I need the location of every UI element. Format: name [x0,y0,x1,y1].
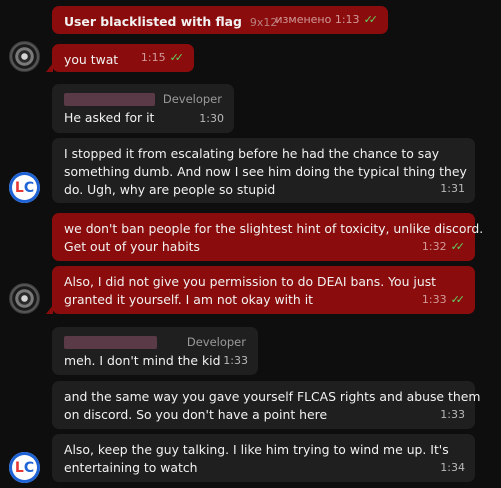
message-meta: 1:32 ✓✓ [422,238,465,256]
message-bubble[interactable]: Also, I did not give you permission to d… [46,266,475,314]
redacted-sender-name [64,92,155,106]
read-check-icon: ✓✓ [450,293,466,306]
message-line: Get out of your habits [64,239,201,254]
message-count: 9x12 [249,16,278,29]
message-meta: 1:15 ✓✓ [141,49,184,67]
read-check-icon: ✓✓ [169,51,185,64]
message-time: 1:33 [440,408,465,421]
message-line: and the same way you gave yourself FLCAS… [64,389,481,404]
user-avatar-wheel[interactable] [9,41,40,72]
message-line: Also, keep the guy talking. I like him t… [64,442,449,457]
message-meta: 1:31 [440,180,465,198]
message-bubble[interactable]: you twat 1:15 ✓✓ [46,44,194,72]
message-time: 1:32 [421,240,447,253]
user-avatar-lc[interactable]: LC [9,452,40,483]
message-time: 1:31 [440,182,465,195]
message-meta: 1:33 [223,352,248,370]
sender-role: Developer [186,335,246,349]
message-bubble[interactable]: I stopped it from escalating before he h… [52,138,475,203]
message-status: изменено 1:13 [275,13,360,26]
message-line: I stopped it from escalating before he h… [64,146,440,161]
message-line: on discord. So you don't have a point he… [64,407,328,422]
message-meta: 1:33 [440,406,465,424]
sender-role: Developer [162,92,222,106]
avatar-initial: C [23,459,35,476]
message-time: 1:33 [421,293,447,306]
message-time: 1:15 [140,51,166,64]
message-bubble[interactable]: Also, keep the guy talking. I like him t… [52,434,475,482]
message-text: He asked for it [64,110,155,125]
message-text: meh. I don't mind the kid [64,353,221,368]
message-meta: 1:33 ✓✓ [422,291,465,309]
message-meta: 1:34 [440,459,465,477]
message-line: we don't ban people for the slightest hi… [64,221,484,236]
read-check-icon: ✓✓ [450,240,466,253]
message-line: Also, I did not give you permission to d… [64,274,437,289]
user-avatar-lc[interactable]: LC [9,172,40,203]
message-line: entertaining to watch [64,460,198,475]
message-line: something dumb. And now I see him doing … [64,164,467,179]
avatar-initial: L [14,459,24,476]
message-line: granted it yourself. I am not okay with … [64,292,314,307]
user-avatar-wheel[interactable] [9,283,40,314]
message-meta: изменено 1:13 ✓✓ [275,11,378,29]
avatar-initial: L [14,179,24,196]
read-check-icon: ✓✓ [363,13,379,26]
sender-row: Developer [64,91,222,107]
message-time: 1:33 [223,354,248,367]
chat-view: User blacklisted with flag 9x12 изменено… [0,0,501,488]
message-bubble[interactable]: Developer He asked for it 1:30 [52,84,234,133]
message-time: 1:30 [199,112,224,125]
message-text: User blacklisted with flag [64,14,242,29]
message-meta: 1:30 [199,110,224,128]
redacted-sender-name [64,335,157,349]
message-bubble[interactable]: and the same way you gave yourself FLCAS… [52,381,481,429]
message-text: you twat [64,52,119,67]
message-bubble[interactable]: we don't ban people for the slightest hi… [52,213,484,261]
message-time: 1:34 [440,461,465,474]
avatar-initial: C [23,179,35,196]
message-bubble[interactable]: User blacklisted with flag 9x12 изменено… [52,6,388,34]
message-line: do. Ugh, why are people so stupid [64,182,276,197]
sender-row: Developer [64,334,246,350]
message-bubble[interactable]: Developer meh. I don't mind the kid 1:33 [52,327,258,375]
